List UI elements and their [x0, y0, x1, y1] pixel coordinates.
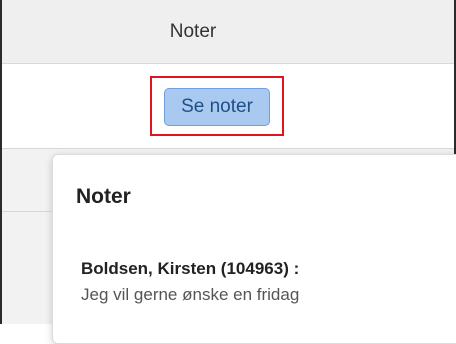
table-row: Se noter — [2, 64, 454, 149]
table-header-row: Noter — [2, 0, 454, 64]
column-header-noter: Noter — [169, 20, 217, 42]
se-noter-button[interactable]: Se noter — [164, 88, 270, 126]
highlight-annotation: Se noter — [150, 76, 284, 136]
note-text: Jeg vil gerne ønske en fridag — [81, 285, 300, 304]
note-author: Boldsen, Kirsten (104963) : — [81, 259, 300, 278]
notes-popover: Noter Boldsen, Kirsten (104963) : Jeg vi… — [52, 154, 456, 344]
popover-title: Noter — [76, 185, 131, 208]
